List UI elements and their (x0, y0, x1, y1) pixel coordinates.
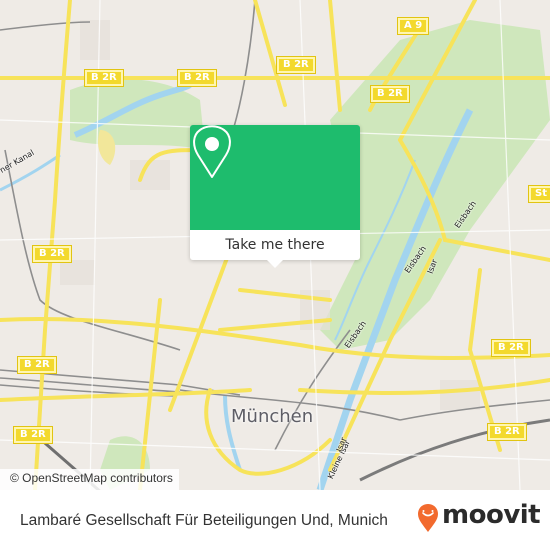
road-label-b2r: B 2R (276, 56, 316, 74)
footer: Lambaré Gesellschaft Für Beteiligungen U… (0, 490, 550, 550)
road-label-b2r: B 2R (84, 69, 124, 87)
take-me-there-button[interactable]: Take me there (190, 230, 360, 260)
road-label-a9: A 9 (396, 17, 430, 35)
road-label-b2r: B 2R (17, 356, 57, 374)
road-label-b2r: B 2R (177, 69, 217, 87)
road-label-st: St (528, 185, 550, 203)
road-label-b2r: B 2R (491, 339, 531, 357)
map[interactable]: B 2R B 2R B 2R B 2R A 9 B 2R B 2R B 2R B… (0, 0, 550, 490)
moovit-pin-icon (418, 504, 438, 532)
location-popup: Take me there (190, 125, 360, 268)
road-label-b2r: B 2R (32, 245, 72, 263)
road-label-b2r: B 2R (370, 85, 410, 103)
popup-header (190, 125, 360, 230)
map-attribution[interactable]: © OpenStreetMap contributors (0, 469, 179, 490)
map-pin-icon (193, 125, 231, 178)
road-label-b2r: B 2R (487, 423, 527, 441)
popup-pointer (267, 260, 283, 268)
place-title: Lambaré Gesellschaft Für Beteiligungen U… (20, 512, 388, 529)
moovit-logo[interactable]: moovit (442, 500, 541, 530)
road-label-b2r: B 2R (13, 426, 53, 444)
city-label: München (231, 406, 314, 427)
